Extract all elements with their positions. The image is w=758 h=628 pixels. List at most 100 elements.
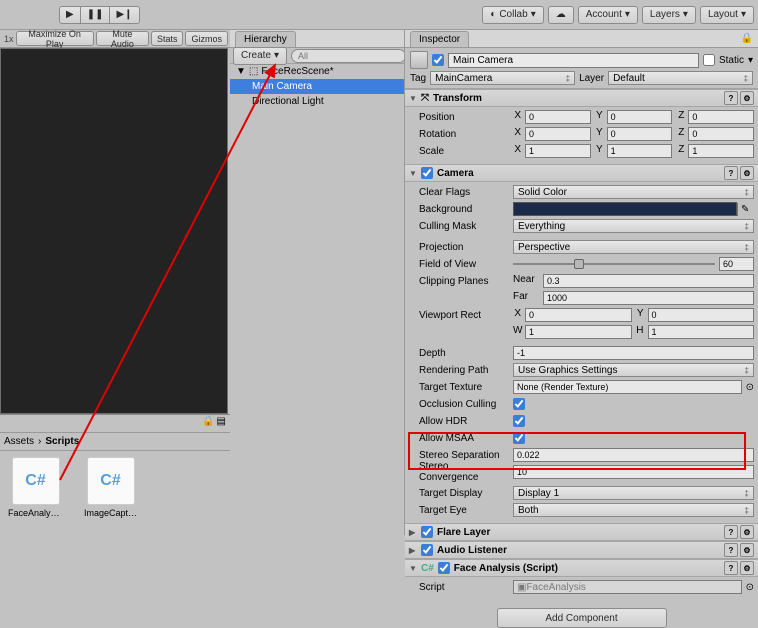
rotation-x-field[interactable]: 0 — [525, 127, 591, 141]
hierarchy-item-main-camera[interactable]: Main Camera — [230, 79, 404, 94]
gear-icon[interactable]: ⚙ — [740, 525, 754, 539]
asset-label: ImageCapt… — [83, 508, 138, 518]
near-clip-field[interactable]: 0.3 — [543, 274, 754, 288]
gear-icon[interactable]: ⚙ — [740, 166, 754, 180]
depth-field[interactable]: -1 — [513, 346, 754, 360]
flare-layer-header[interactable]: ▶Flare Layer?⚙ — [405, 524, 758, 541]
scale-z-field[interactable]: 1 — [688, 144, 754, 158]
asset-label: FaceAnalys… — [8, 508, 63, 518]
target-texture-field[interactable]: None (Render Texture) — [513, 380, 742, 394]
hierarchy-search-input[interactable] — [291, 49, 406, 63]
scale-label: 1x — [4, 34, 14, 44]
target-display-dropdown[interactable]: Display 1 — [513, 486, 754, 500]
rotation-y-field[interactable]: 0 — [607, 127, 673, 141]
maximize-on-play-toggle[interactable]: Maximize On Play — [16, 31, 94, 46]
scale-x-field[interactable]: 1 — [525, 144, 591, 158]
gameobject-icon[interactable] — [410, 51, 428, 69]
hierarchy-tab[interactable]: Hierarchy — [235, 31, 296, 47]
step-button[interactable]: ▶❙ — [109, 6, 139, 24]
layout-button[interactable]: Layout ▾ — [700, 6, 754, 24]
audio-enable-toggle[interactable] — [421, 544, 433, 556]
mute-audio-toggle[interactable]: Mute Audio — [96, 31, 149, 46]
lock-icon[interactable]: 🔒 — [202, 416, 214, 431]
position-x-field[interactable]: 0 — [525, 110, 591, 124]
layers-button[interactable]: Layers ▾ — [642, 6, 696, 24]
rotation-z-field[interactable]: 0 — [688, 127, 754, 141]
gameobject-name-input[interactable] — [448, 53, 699, 68]
add-component-button[interactable]: Add Component — [497, 608, 667, 628]
pause-button[interactable]: ❚❚ — [80, 6, 111, 24]
viewport-x-field[interactable]: 0 — [525, 308, 632, 322]
hierarchy-item-directional-light[interactable]: Directional Light — [230, 94, 404, 109]
help-icon[interactable]: ? — [724, 525, 738, 539]
fov-value-field[interactable]: 60 — [719, 257, 754, 271]
menu-icon[interactable]: ▤ — [217, 416, 226, 431]
object-picker-icon[interactable]: ⊙ — [746, 582, 754, 593]
account-button[interactable]: Account ▾ — [578, 6, 638, 24]
help-icon[interactable]: ? — [724, 91, 738, 105]
camera-header[interactable]: ▼ Camera ?⚙ — [405, 165, 758, 182]
rotation-label: Rotation — [409, 129, 509, 140]
stereo-conv-field[interactable]: 10 — [513, 465, 754, 479]
rendering-path-label: Rendering Path — [409, 365, 509, 376]
background-color-swatch[interactable] — [513, 202, 737, 216]
breadcrumb-scripts[interactable]: Scripts — [45, 436, 79, 447]
chevron-right-icon: › — [38, 436, 41, 447]
gameobject-active-toggle[interactable] — [432, 54, 444, 66]
play-button[interactable]: ▶ — [59, 6, 81, 24]
viewport-w-field[interactable]: 1 — [525, 325, 632, 339]
rendering-path-dropdown[interactable]: Use Graphics Settings — [513, 363, 754, 377]
help-icon[interactable]: ? — [724, 561, 738, 575]
culling-mask-dropdown[interactable]: Everything — [513, 219, 754, 233]
csharp-icon: C# — [421, 563, 434, 574]
object-picker-icon[interactable]: ⊙ — [746, 382, 754, 393]
projection-dropdown[interactable]: Perspective — [513, 240, 754, 254]
csharp-script-icon: C# — [87, 457, 135, 505]
viewport-rect-label: Viewport Rect — [409, 310, 509, 321]
viewport-h-field[interactable]: 1 — [648, 325, 755, 339]
camera-enable-toggle[interactable] — [421, 167, 433, 179]
scale-y-field[interactable]: 1 — [607, 144, 673, 158]
audio-listener-header[interactable]: ▶Audio Listener?⚙ — [405, 542, 758, 559]
layer-dropdown[interactable]: Default — [608, 71, 753, 85]
asset-image-capture[interactable]: C# ImageCapt… — [83, 457, 138, 518]
target-eye-dropdown[interactable]: Both — [513, 503, 754, 517]
clear-flags-dropdown[interactable]: Solid Color — [513, 185, 754, 199]
csharp-script-icon: C# — [12, 457, 60, 505]
gear-icon[interactable]: ⚙ — [740, 543, 754, 557]
lock-icon[interactable]: 🔒 — [741, 33, 753, 44]
stats-toggle[interactable]: Stats — [151, 31, 184, 46]
fov-label: Field of View — [409, 259, 509, 270]
allow-hdr-toggle[interactable] — [513, 415, 525, 427]
gear-icon[interactable]: ⚙ — [740, 91, 754, 105]
allow-msaa-toggle[interactable] — [513, 432, 525, 444]
position-y-field[interactable]: 0 — [607, 110, 673, 124]
fov-slider[interactable]: 60 — [513, 257, 754, 271]
static-toggle[interactable] — [703, 54, 715, 66]
flare-enable-toggle[interactable] — [421, 526, 433, 538]
stereo-sep-field[interactable]: 0.022 — [513, 448, 754, 462]
foldout-icon: ▶ — [409, 528, 417, 537]
help-icon[interactable]: ? — [724, 166, 738, 180]
gizmos-toggle[interactable]: Gizmos — [185, 31, 228, 46]
cloud-button[interactable]: ☁ — [548, 6, 574, 24]
face-analysis-script-header[interactable]: ▼C#Face Analysis (Script)?⚙ — [405, 560, 758, 577]
script-reference-field[interactable]: ▣ FaceAnalysis — [513, 580, 742, 594]
occlusion-culling-toggle[interactable] — [513, 398, 525, 410]
scene-row[interactable]: ▼ ⬚FaceRecScene* — [230, 64, 404, 79]
inspector-tab[interactable]: Inspector — [410, 31, 469, 47]
viewport-y-field[interactable]: 0 — [648, 308, 755, 322]
breadcrumb-assets[interactable]: Assets — [4, 436, 34, 447]
position-z-field[interactable]: 0 — [688, 110, 754, 124]
collab-button[interactable]: ◐ Collab ▾ — [482, 6, 543, 24]
asset-face-analysis[interactable]: C# FaceAnalys… — [8, 457, 63, 518]
transform-header[interactable]: ▼ ⤧ Transform ?⚙ — [405, 90, 758, 107]
help-icon[interactable]: ? — [724, 543, 738, 557]
layer-label: Layer — [579, 73, 604, 84]
gear-icon[interactable]: ⚙ — [740, 561, 754, 575]
hierarchy-create-button[interactable]: Create ▾ — [233, 47, 287, 65]
script-enable-toggle[interactable] — [438, 562, 450, 574]
tag-dropdown[interactable]: MainCamera — [430, 71, 575, 85]
far-clip-field[interactable]: 1000 — [543, 291, 754, 305]
script-icon: ▣ — [517, 582, 526, 593]
